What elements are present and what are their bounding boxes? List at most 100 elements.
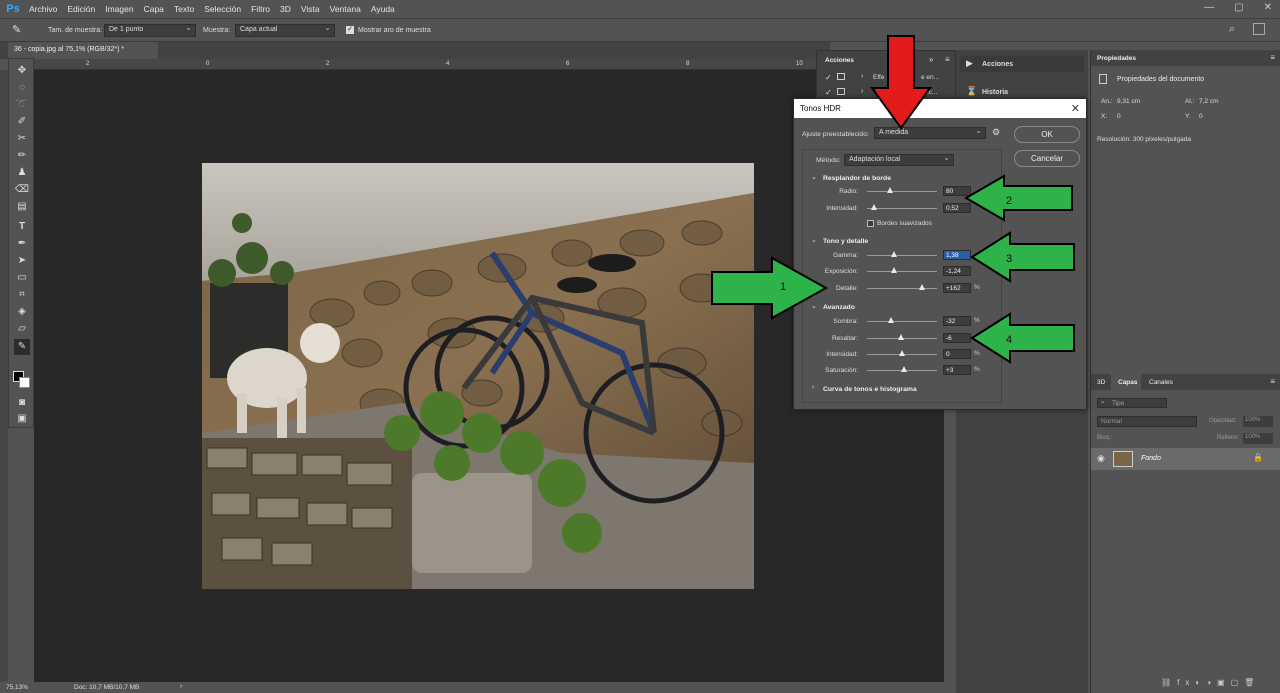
menu-3d[interactable]: 3D xyxy=(280,4,291,14)
background-color-swatch[interactable] xyxy=(19,377,30,388)
collapse-icon[interactable]: ⌄ xyxy=(811,236,817,244)
menu-texto[interactable]: Texto xyxy=(174,4,194,14)
search-icon[interactable]: ⌕ xyxy=(1229,23,1235,36)
workspace-icon[interactable] xyxy=(1253,23,1265,35)
eyedropper-tool-icon[interactable]: ✎ xyxy=(14,339,30,355)
vibrance-slider-thumb[interactable] xyxy=(899,350,905,356)
method-select[interactable]: Adaptación local xyxy=(844,153,954,166)
dock-acciones[interactable]: ▶ Acciones xyxy=(960,56,1084,72)
dialog-close-icon[interactable]: ✕ xyxy=(1071,102,1080,115)
menu-vista[interactable]: Vista xyxy=(301,4,320,14)
crop-tool-icon[interactable]: ✂ xyxy=(14,131,30,147)
dialog-toggle-icon[interactable] xyxy=(837,88,845,95)
shadow-slider-thumb[interactable] xyxy=(887,317,894,323)
collapse-icon[interactable]: ⌄ xyxy=(811,173,817,181)
x-value[interactable]: 0 xyxy=(1117,113,1121,120)
eyedropper-icon[interactable]: ✎ xyxy=(12,23,21,36)
menu-imagen[interactable]: Imagen xyxy=(105,4,133,14)
tone-curve-group[interactable]: Curva de tonos e histograma xyxy=(823,386,917,393)
maximize-icon[interactable]: ▢ xyxy=(1234,2,1243,13)
paint-bucket-icon[interactable]: ◈ xyxy=(14,304,30,320)
highlight-slider-thumb[interactable] xyxy=(898,334,905,340)
menu-edicion[interactable]: Edición xyxy=(67,4,95,14)
strength-slider-track[interactable] xyxy=(867,208,937,209)
properties-tab[interactable]: Propiedades xyxy=(1097,55,1136,62)
dialog-toggle-icon[interactable] xyxy=(837,73,845,80)
path-select-icon[interactable]: ➤ xyxy=(14,253,30,269)
saturation-slider-thumb[interactable] xyxy=(901,366,908,372)
ok-button[interactable]: OK xyxy=(1014,126,1080,143)
detail-slider-track[interactable] xyxy=(867,288,937,289)
close-icon[interactable]: ✕ xyxy=(1264,2,1272,13)
layer-row-fondo[interactable]: ◉ Fondo 🔒 xyxy=(1091,448,1280,470)
shape-tool-icon[interactable]: ▭ xyxy=(14,270,30,286)
panel-menu-icon[interactable]: ≡ xyxy=(1270,53,1275,62)
width-value[interactable]: 9,31 cm xyxy=(1117,98,1140,105)
menu-ventana[interactable]: Ventana xyxy=(330,4,361,14)
opacity-field[interactable]: 100% xyxy=(1243,416,1273,427)
menu-archivo[interactable]: Archivo xyxy=(29,4,57,14)
cancel-button[interactable]: Cancelar xyxy=(1014,150,1080,167)
blend-mode-select[interactable]: Normal xyxy=(1097,416,1197,427)
ruler-tool-icon[interactable]: ▱ xyxy=(14,321,30,337)
radius-slider-thumb[interactable] xyxy=(887,187,894,193)
panel-menu-icon[interactable]: ≡ xyxy=(1270,377,1275,386)
lasso-tool-icon[interactable]: ➰ xyxy=(14,97,30,113)
crop-icon[interactable]: ⌗ xyxy=(14,287,30,303)
check-icon[interactable]: ✓ xyxy=(825,73,832,82)
menu-filtro[interactable]: Filtro xyxy=(251,4,270,14)
quick-mask-icon[interactable]: ◙ xyxy=(14,395,30,411)
pen-tool-icon[interactable]: ✒ xyxy=(14,236,30,252)
preset-gear-icon[interactable]: ⚙ xyxy=(992,127,1000,138)
brush-tool-icon[interactable]: ✏ xyxy=(14,148,30,164)
marquee-tool-icon[interactable]: ◌ xyxy=(14,80,30,96)
highlight-field[interactable]: -6 xyxy=(943,333,971,343)
status-menu-icon[interactable]: › xyxy=(180,683,182,690)
minimize-icon[interactable]: — xyxy=(1204,2,1214,13)
height-value[interactable]: 7,2 cm xyxy=(1199,98,1219,105)
gamma-slider-track[interactable] xyxy=(867,255,937,256)
sample-select[interactable]: Capa actual xyxy=(235,23,335,37)
panel-menu-icon[interactable]: ≡ xyxy=(945,55,950,64)
document-image[interactable] xyxy=(202,163,754,589)
layer-name[interactable]: Fondo xyxy=(1141,455,1161,462)
stamp-tool-icon[interactable]: ♟ xyxy=(14,165,30,181)
vibrance-field[interactable]: 0 xyxy=(943,349,971,359)
actions-tab[interactable]: Acciones xyxy=(825,57,854,64)
radius-slider-track[interactable] xyxy=(867,191,937,192)
exposure-slider-track[interactable] xyxy=(867,271,937,272)
sample-size-select[interactable]: De 1 punto xyxy=(104,23,196,37)
shadow-slider-track[interactable] xyxy=(867,321,937,322)
tab-3d[interactable]: 3D xyxy=(1097,379,1105,386)
exposure-field[interactable]: -1,24 xyxy=(943,266,971,276)
menu-capa[interactable]: Capa xyxy=(144,4,164,14)
layers-footer-icons[interactable]: ⛓fx◐◑▣▢🗑 xyxy=(1161,678,1276,690)
gradient-tool-icon[interactable]: ▤ xyxy=(14,199,30,215)
document-tab[interactable]: 36 - copia.jpg al 75,1% (RGB/32*) * xyxy=(8,42,158,59)
expand-icon[interactable]: › xyxy=(861,73,863,80)
eraser-tool-icon[interactable]: ⌫ xyxy=(14,182,30,198)
screen-mode-icon[interactable]: ▣ xyxy=(14,411,30,427)
tab-capas[interactable]: Capas xyxy=(1118,379,1138,386)
exposure-slider-thumb[interactable] xyxy=(890,267,897,273)
expand-icon[interactable]: › xyxy=(861,88,863,95)
menu-seleccion[interactable]: Selección xyxy=(204,4,241,14)
gamma-field[interactable]: 1,38 xyxy=(943,250,971,260)
expand-icon[interactable]: › xyxy=(812,384,814,391)
y-value[interactable]: 0 xyxy=(1199,113,1203,120)
visibility-eye-icon[interactable]: ◉ xyxy=(1097,453,1105,464)
detail-slider-thumb[interactable] xyxy=(919,284,926,290)
fill-field[interactable]: 100% xyxy=(1243,433,1273,444)
zoom-level[interactable]: 75,13% xyxy=(6,684,28,691)
tab-canales[interactable]: Canales xyxy=(1149,379,1173,386)
menu-ayuda[interactable]: Ayuda xyxy=(371,4,395,14)
saturation-field[interactable]: +3 xyxy=(943,365,971,375)
check-icon[interactable]: ✓ xyxy=(825,88,832,97)
show-ring-checkbox[interactable]: ✓ xyxy=(346,26,354,34)
strength-slider-thumb[interactable] xyxy=(871,204,877,210)
layer-filter-select[interactable]: ⌕ Tipo xyxy=(1097,398,1167,408)
detail-field[interactable]: +162 xyxy=(943,283,971,293)
smooth-edges-checkbox[interactable] xyxy=(867,220,874,227)
quick-select-icon[interactable]: ✐ xyxy=(14,114,30,130)
gamma-slider-thumb[interactable] xyxy=(890,251,897,257)
